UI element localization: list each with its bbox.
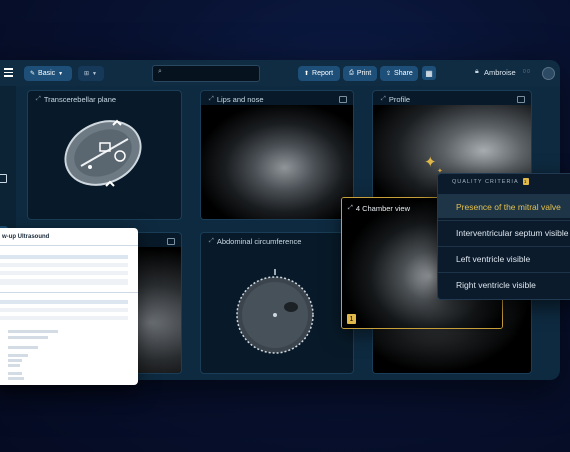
four-chamber-title-text: 4 Chamber view [355, 204, 411, 213]
four-chamber-title: ⤢ 4 Chamber view [348, 204, 410, 213]
print-icon: ⎙ [349, 70, 354, 76]
ultrasound-image [201, 105, 353, 219]
panel-title-text: Profile [388, 95, 411, 104]
criteria-item[interactable]: Presence of the mitral valve [438, 194, 570, 218]
text-block [8, 346, 38, 349]
qr-code-icon: ▦ [425, 68, 433, 78]
qr-code-button[interactable]: ▦ [422, 66, 436, 80]
calendar-icon[interactable] [0, 174, 7, 183]
text-block [8, 354, 28, 357]
camera-icon[interactable] [167, 238, 175, 245]
report-title: w-up Ultrasound [2, 234, 50, 240]
layout-icon: ⊞ [84, 71, 90, 77]
panel-title-text: Lips and nose [216, 95, 264, 104]
skull-diagram [64, 119, 142, 187]
top-toolbar: ✎ Basic ▼ ⊞ ▼ ⌕ ⬆ Report ⎙ Print ⇪ Share… [0, 60, 560, 86]
abdomen-diagram [236, 269, 314, 354]
share-icon: ⇪ [386, 71, 392, 77]
text-block [8, 336, 48, 339]
view-mode-select[interactable]: ✎ Basic ▼ [24, 66, 72, 81]
table-row [0, 308, 128, 312]
expand-icon: ⤢ [381, 96, 386, 102]
search-input[interactable]: ⌕ [152, 65, 260, 82]
panel-transcerebellar[interactable]: ⤢ Transcerebellar plane [27, 90, 182, 220]
table-row [0, 255, 128, 259]
print-label: Print [356, 70, 372, 77]
criteria-item[interactable]: Interventricular septum visible [438, 220, 570, 244]
table-row [0, 271, 128, 275]
menu-icon[interactable] [4, 68, 13, 77]
chevron-down-icon: ▼ [58, 70, 64, 77]
quality-badge[interactable]: 1 [347, 314, 356, 324]
criteria-item[interactable]: Right ventricle visible [438, 272, 570, 296]
quality-criteria-header: QUALITY CRITERIA 1 [452, 178, 529, 185]
report-document[interactable]: w-up Ultrasound [0, 228, 138, 385]
report-button[interactable]: ⬆ Report [298, 66, 340, 81]
divider [0, 245, 138, 246]
quality-criteria-panel: QUALITY CRITERIA 1 Presence of the mitra… [437, 173, 570, 300]
search-icon: ⌕ [158, 68, 162, 75]
view-mode-icon: ✎ [30, 71, 36, 77]
panel-title: ⤢ Profile [381, 95, 410, 104]
text-block [8, 359, 22, 362]
text-block [8, 330, 58, 333]
print-button[interactable]: ⎙ Print [343, 66, 377, 81]
camera-icon[interactable] [339, 96, 347, 103]
sparkle-icon: ✦ [424, 154, 437, 171]
report-label: Report [312, 70, 334, 77]
criteria-item[interactable]: Left ventricle visible [438, 246, 570, 270]
upload-icon: ⬆ [304, 71, 310, 77]
chevron-down-icon: ▼ [92, 70, 97, 77]
panel-lips-nose[interactable]: ⤢ Lips and nose [200, 90, 354, 220]
avatar[interactable] [542, 67, 555, 80]
table-row [0, 263, 128, 267]
layout-select[interactable]: ⊞ ▼ [78, 66, 104, 81]
expand-icon: ⤢ [348, 205, 353, 211]
view-mode-label: Basic [38, 70, 56, 77]
camera-icon[interactable] [517, 96, 525, 103]
table-row [0, 300, 128, 304]
table-row [0, 279, 128, 285]
lock-icon: 🔒︎ [475, 68, 479, 75]
quality-criteria-title: QUALITY CRITERIA [452, 178, 519, 185]
table-row [0, 316, 128, 320]
expand-icon: ⤢ [209, 96, 214, 102]
text-block [8, 364, 20, 367]
panel-abdominal[interactable]: ⤢ Abdominal circumference [200, 232, 354, 374]
share-button[interactable]: ⇪ Share [380, 66, 418, 81]
user-extra: 0 0 [523, 69, 530, 75]
user-name[interactable]: Ambroise [484, 68, 516, 77]
text-block [8, 372, 22, 375]
share-label: Share [394, 70, 413, 77]
divider [0, 292, 138, 293]
text-block [8, 377, 24, 380]
quality-criteria-badge: 1 [522, 178, 529, 185]
panel-title: ⤢ Lips and nose [209, 95, 264, 104]
